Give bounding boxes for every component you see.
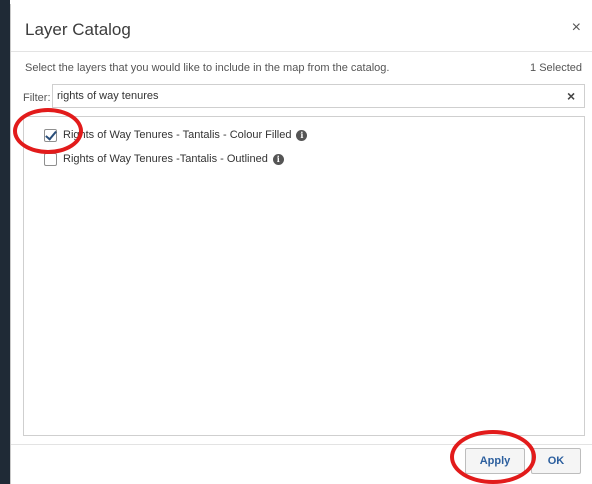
layer-label-outlined: Rights of Way Tenures -Tantalis - Outlin… <box>63 153 268 165</box>
filter-label: Filter: <box>23 92 51 104</box>
layer-item-outlined[interactable]: Rights of Way Tenures -Tantalis - Outlin… <box>44 151 284 167</box>
instructions-text: Select the layers that you would like to… <box>25 62 390 74</box>
layer-label-colour-filled: Rights of Way Tenures - Tantalis - Colou… <box>63 129 292 141</box>
layer-checkbox-colour-filled[interactable] <box>44 128 57 142</box>
dialog-title-bar: Layer Catalog × <box>11 4 592 52</box>
layer-list: Rights of Way Tenures - Tantalis - Colou… <box>23 116 585 436</box>
footer-divider <box>11 444 592 445</box>
layer-catalog-dialog: Layer Catalog × Select the layers that y… <box>10 4 592 484</box>
info-icon[interactable]: i <box>296 129 308 141</box>
clear-filter-icon[interactable]: × <box>567 88 575 104</box>
close-icon[interactable]: × <box>572 20 581 36</box>
info-icon[interactable]: i <box>272 153 284 165</box>
page: Layer Catalog × Select the layers that y… <box>0 0 592 484</box>
layer-item-colour-filled[interactable]: Rights of Way Tenures - Tantalis - Colou… <box>44 127 308 143</box>
selected-count: 1 Selected <box>530 62 582 74</box>
dialog-title: Layer Catalog <box>25 20 131 39</box>
ok-button[interactable]: OK <box>531 448 581 474</box>
filter-input[interactable] <box>52 84 585 108</box>
apply-button[interactable]: Apply <box>465 448 525 474</box>
layer-checkbox-outlined[interactable] <box>44 152 57 166</box>
background-window-edge <box>0 0 10 484</box>
